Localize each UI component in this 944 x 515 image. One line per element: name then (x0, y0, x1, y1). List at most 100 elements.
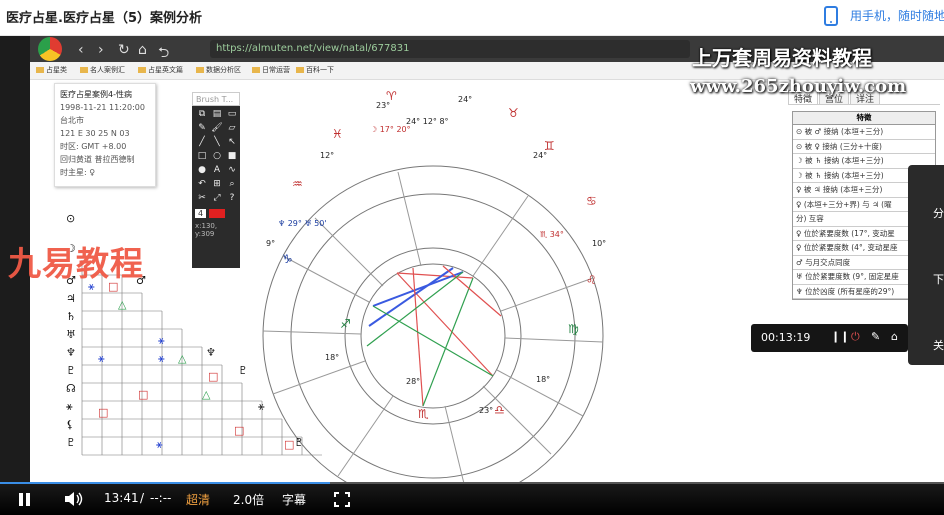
mobile-link[interactable]: 用手机，随时随地 (850, 7, 944, 24)
copy-icon[interactable]: ⧉ (195, 108, 209, 121)
undo-icon[interactable]: ↶ (195, 178, 209, 191)
browser-logo-icon (38, 37, 62, 61)
rect-icon[interactable]: □ (195, 150, 209, 163)
page: 医疗占星.医疗占星（5）案例分析 用手机，随时随地 ‹ › ↻ ⌂ ⮌ http… (0, 0, 944, 515)
aries-icon: ♈ (386, 89, 397, 103)
fill-rect-icon[interactable]: ■ (225, 150, 239, 163)
float-label[interactable]: 分 (933, 205, 944, 221)
page-title: 医疗占星.医疗占星（5）案例分析 (6, 11, 202, 26)
total-time: --:-- (150, 491, 172, 505)
save-icon[interactable]: ▤ (210, 108, 224, 121)
pause-icon[interactable]: ❙❙ (831, 330, 849, 343)
gemini-icon: ♊ (544, 139, 555, 153)
progress-bar[interactable] (0, 482, 944, 484)
svg-text:△: △ (178, 352, 187, 365)
svg-text:23°: 23° (479, 406, 493, 415)
favorite-item[interactable]: 日常运营 (252, 65, 290, 75)
svg-text:♄: ♄ (66, 310, 76, 323)
zoom-icon[interactable]: ⌕ (225, 178, 239, 191)
edit-icon[interactable]: ✎ (871, 330, 880, 343)
svg-text:☽ 17° 20°: ☽ 17° 20° (370, 125, 411, 134)
svg-text:△: △ (118, 298, 127, 311)
rect-select-icon[interactable]: ▭ (225, 108, 239, 121)
svg-text:♇: ♇ (66, 364, 76, 377)
svg-text:⚸: ⚸ (66, 418, 74, 431)
svg-text:12°: 12° (320, 151, 334, 160)
float-label[interactable]: 下 (933, 271, 944, 287)
grid-icon[interactable]: ⊞ (210, 178, 224, 191)
chart-date: 1998-11-21 11:20:00 (60, 103, 145, 112)
progress-fill (0, 482, 331, 484)
forward-icon[interactable]: › (98, 42, 104, 58)
taurus-icon: ♉ (508, 106, 519, 120)
volume-icon[interactable] (64, 492, 84, 506)
feature-row: ⊙ 被 ♂ 接纳 (本垣+三分) (793, 125, 935, 140)
subtitle-button[interactable]: 字幕 (282, 491, 306, 508)
svg-text:⚹: ⚹ (98, 352, 105, 365)
line-icon[interactable]: ╱ (195, 136, 209, 149)
address-bar[interactable]: https://almuten.net/view/natal/677831 (210, 40, 690, 58)
transform-icon[interactable]: ⤢ (210, 192, 224, 205)
svg-text:□: □ (208, 370, 218, 383)
watermark-url: www.265zhouyiw.com (690, 76, 907, 97)
arrow-icon[interactable]: ↖ (225, 136, 239, 149)
watermark-text: 上万套周易资料教程 (692, 46, 872, 70)
wave-icon[interactable]: ∿ (225, 164, 239, 177)
ellipse-icon[interactable]: ○ (210, 150, 224, 163)
drawing-toolbar: Brush T... ⧉ ▤ ▭ ✎ 🖌 ▱ ╱ ╲ ↖ □ ○ ■ ● A ∿ ↶ ⊞ ⌕ ✂ ⤢? 4… (192, 92, 240, 268)
leo-icon: ♌ (586, 273, 597, 287)
svg-text:28°: 28° (406, 377, 420, 386)
svg-text:♅: ♅ (66, 328, 76, 341)
svg-text:♏ 34°: ♏ 34° (540, 230, 564, 239)
chart-timezone: 时区: GMT +8.00 (60, 142, 127, 151)
phone-icon[interactable] (824, 6, 838, 26)
timer-value: 00:13:19 (761, 331, 811, 344)
svg-text:⚹: ⚹ (66, 400, 73, 413)
toolbar-title: Brush T... (192, 92, 240, 106)
fullscreen-icon[interactable] (334, 492, 350, 507)
stop-icon[interactable]: ⏻ (851, 330, 860, 344)
slash-icon[interactable]: ╲ (210, 136, 224, 149)
feature-row: ⊙ 被 ♀ 接纳 (三分+十度) (793, 140, 935, 154)
svg-text:□: □ (138, 388, 148, 401)
float-label[interactable]: 关 (933, 337, 944, 353)
scissors-icon[interactable]: ✂ (195, 192, 209, 205)
back-icon[interactable]: ‹ (78, 42, 84, 58)
chart-place: 台北市 (60, 116, 84, 125)
cursor-coordinates: x:130, y:309 (195, 222, 218, 238)
svg-text:△: △ (202, 388, 211, 401)
favorite-item[interactable]: 名人案例汇 (80, 65, 125, 75)
help-icon[interactable]: ? (225, 192, 239, 205)
svg-text:♇: ♇ (294, 436, 304, 449)
text-icon[interactable]: A (210, 164, 224, 177)
reload-icon[interactable]: ↻ (118, 42, 130, 58)
favorite-item[interactable]: 百科一下 (296, 65, 334, 75)
floating-side-widget: 分 下 关 (908, 165, 944, 365)
favorite-item[interactable]: 占星类 (36, 65, 67, 75)
speed-button[interactable]: 2.0倍 (233, 491, 264, 508)
circle-icon[interactable]: ● (195, 164, 209, 177)
svg-text:⚹: ⚹ (258, 400, 265, 413)
svg-text:24° 12° 8°: 24° 12° 8° (406, 117, 449, 126)
watermark-logo-text: 九易教程 (8, 244, 144, 283)
scorpio-icon: ♏ (418, 407, 429, 421)
svg-text:♃: ♃ (66, 292, 76, 305)
quality-button[interactable]: 超清 (186, 491, 210, 508)
home-icon[interactable]: ⌂ (138, 42, 147, 58)
svg-text:□: □ (284, 438, 294, 451)
brush-color-swatch[interactable] (209, 209, 226, 218)
play-pause-icon[interactable] (18, 493, 32, 506)
brush-size-select[interactable]: 4 (195, 209, 207, 218)
pen-icon[interactable]: ✎ (195, 122, 209, 135)
favorite-item[interactable]: 数据分析区 (196, 65, 241, 75)
home-icon[interactable]: ⌂ (891, 330, 898, 343)
chart-house-system: 回归黄道 普拉西德制 (60, 155, 135, 164)
favorite-item[interactable]: 占星英文篇 (138, 65, 183, 75)
eraser-icon[interactable]: ▱ (225, 122, 239, 135)
virgo-icon: ♍ (568, 322, 579, 336)
floating-timer: 00:13:19 ❙❙ ⏻ ✎ ⌂ (751, 324, 908, 352)
features-header: 特徵 (793, 112, 935, 125)
brush-icon[interactable]: 🖌 (210, 122, 224, 135)
aquarius-icon: ♒ (292, 177, 303, 191)
svg-text:♇: ♇ (66, 436, 76, 449)
